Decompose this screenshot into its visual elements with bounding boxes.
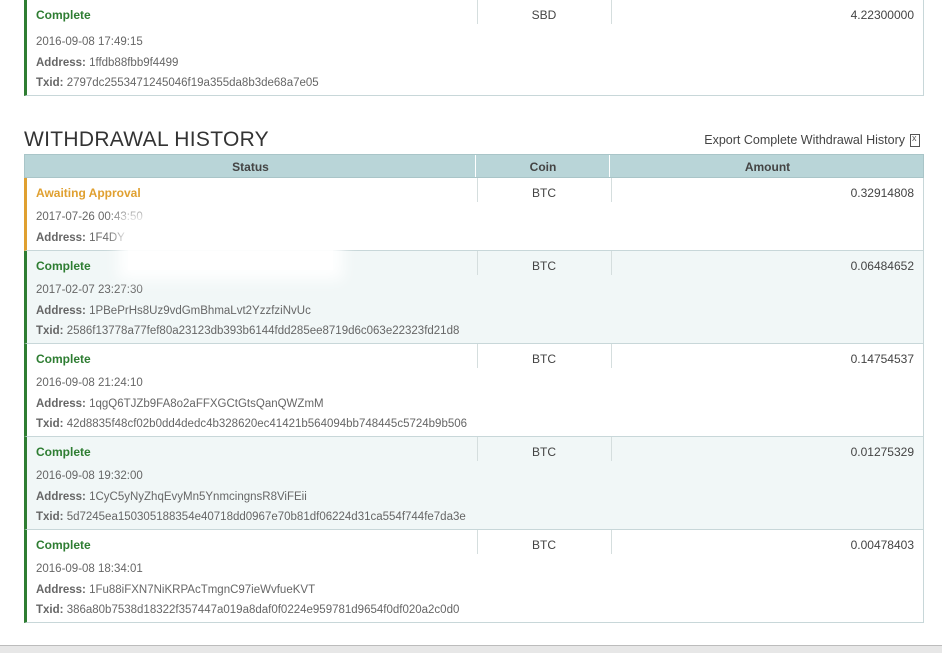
deposit-address: 1ffdb88fbb9f4499 bbox=[89, 57, 179, 69]
column-divider bbox=[611, 251, 612, 275]
row-amount: 0.00478403 bbox=[850, 538, 914, 552]
row-coin: BTC bbox=[532, 186, 556, 200]
row-txid: 5d7245ea150305188354e40718dd0967e70b81df… bbox=[66, 511, 466, 523]
column-divider bbox=[611, 178, 612, 202]
row-address: 1F4DY bbox=[89, 232, 125, 244]
row-datetime: 2016-09-08 21:24:10 bbox=[36, 377, 143, 389]
row-txid-line: Txid: 42d8835f48cf02b0dd4dedc4b328620ec4… bbox=[36, 418, 467, 430]
txid-label: Txid: bbox=[36, 418, 64, 430]
row-status: Awaiting Approval bbox=[36, 186, 141, 200]
row-amount: 0.14754537 bbox=[850, 352, 914, 366]
deposit-coin: SBD bbox=[531, 8, 557, 22]
row-status: Complete bbox=[36, 352, 91, 366]
row-status: Complete bbox=[36, 259, 91, 273]
row-address-line: Address: 1qgQ6TJZb9FA8o2aFFXGCtGtsQanQWZ… bbox=[36, 398, 324, 410]
txid-label: Txid: bbox=[36, 325, 64, 337]
address-label: Address: bbox=[36, 57, 86, 69]
txid-label: Txid: bbox=[36, 604, 64, 616]
column-divider bbox=[611, 344, 612, 368]
row-txid-line: Txid: 386a80b7538d18322f357447a019a8daf0… bbox=[36, 604, 459, 616]
deposit-row: Complete SBD 4.22300000 2016-09-08 17:49… bbox=[24, 0, 924, 96]
table-row: Complete BTC 0.00478403 2016-09-08 18:34… bbox=[24, 530, 924, 623]
export-label[interactable]: Export Complete Withdrawal History bbox=[704, 133, 905, 147]
row-status: Complete bbox=[36, 538, 91, 552]
row-amount: 0.32914808 bbox=[850, 186, 914, 200]
address-label: Address: bbox=[36, 491, 86, 503]
row-txid: 386a80b7538d18322f357447a019a8daf0f0224e… bbox=[66, 604, 460, 616]
row-address-line: Address: 1F4DY bbox=[36, 232, 125, 244]
column-header-coin[interactable]: Coin bbox=[476, 160, 610, 174]
row-address-line: Address: 1Fu88iFXN7NiKRPAcTmgnC97ieWvfue… bbox=[36, 584, 315, 596]
deposit-address-line: Address: 1ffdb88fbb9f4499 bbox=[36, 57, 178, 69]
deposit-datetime: 2016-09-08 17:49:15 bbox=[36, 36, 143, 48]
row-address: 1PBePrHs8Uz9vdGmBhmaLvt2YzzfziNvUc bbox=[89, 305, 311, 317]
txid-label: Txid: bbox=[36, 77, 64, 89]
address-label: Address: bbox=[36, 305, 86, 317]
export-withdrawal-history-link[interactable]: Export Complete Withdrawal History bbox=[704, 133, 920, 147]
column-header-status[interactable]: Status bbox=[25, 160, 476, 174]
row-address-line: Address: 1PBePrHs8Uz9vdGmBhmaLvt2YzzfziN… bbox=[36, 305, 311, 317]
row-coin: BTC bbox=[532, 538, 556, 552]
row-address-line: Address: 1CyC5yNyZhqEvyMn5YnmcingnsR8ViF… bbox=[36, 491, 307, 503]
column-divider bbox=[611, 0, 612, 24]
row-txid-line: Txid: 2586f13778a77fef80a23123db393b6144… bbox=[36, 325, 459, 337]
txid-label: Txid: bbox=[36, 511, 64, 523]
excel-export-icon[interactable] bbox=[910, 133, 920, 147]
row-txid: 2586f13778a77fef80a23123db393b6144fdd285… bbox=[66, 325, 460, 337]
table-row: Complete BTC 0.14754537 2016-09-08 21:24… bbox=[24, 344, 924, 437]
row-datetime: 2016-09-08 18:34:01 bbox=[36, 563, 143, 575]
taskbar-strip bbox=[0, 645, 942, 653]
table-row: Complete BTC 0.01275329 2016-09-08 19:32… bbox=[24, 437, 924, 530]
column-divider bbox=[611, 437, 612, 461]
row-amount: 0.06484652 bbox=[850, 259, 914, 273]
row-txid-line: Txid: 5d7245ea150305188354e40718dd0967e7… bbox=[36, 511, 466, 523]
deposit-txid-line: Txid: 2797dc2553471245046f19a355da8b3de6… bbox=[36, 77, 319, 89]
row-address: 1Fu88iFXN7NiKRPAcTmgnC97ieWvfueKVT bbox=[89, 584, 316, 596]
row-coin: BTC bbox=[532, 352, 556, 366]
withdrawal-table-header: Status Coin Amount bbox=[24, 154, 924, 178]
deposit-amount: 4.22300000 bbox=[850, 8, 914, 22]
address-label: Address: bbox=[36, 398, 86, 410]
row-coin: BTC bbox=[532, 445, 556, 459]
redaction-blur bbox=[128, 222, 333, 270]
row-status: Complete bbox=[36, 445, 91, 459]
withdrawal-history-title: WITHDRAWAL HISTORY bbox=[24, 128, 269, 151]
deposit-txid: 2797dc2553471245046f19a355da8b3de68a7e05 bbox=[66, 77, 319, 89]
column-divider bbox=[611, 530, 612, 554]
column-header-amount[interactable]: Amount bbox=[610, 160, 925, 174]
address-label: Address: bbox=[36, 232, 86, 244]
row-datetime: 2017-07-26 00:43:50 bbox=[36, 211, 143, 223]
row-datetime: 2016-09-08 19:32:00 bbox=[36, 470, 143, 482]
row-txid: 42d8835f48cf02b0dd4dedc4b328620ec41421b5… bbox=[66, 418, 468, 430]
row-amount: 0.01275329 bbox=[850, 445, 914, 459]
row-datetime: 2017-02-07 23:27:30 bbox=[36, 284, 143, 296]
address-label: Address: bbox=[36, 584, 86, 596]
row-address: 1CyC5yNyZhqEvyMn5YnmcingnsR8ViFEii bbox=[89, 491, 307, 503]
row-address: 1qgQ6TJZb9FA8o2aFFXGCtGtsQanQWZmM bbox=[89, 398, 324, 410]
deposit-status: Complete bbox=[36, 8, 91, 22]
row-coin: BTC bbox=[532, 259, 556, 273]
